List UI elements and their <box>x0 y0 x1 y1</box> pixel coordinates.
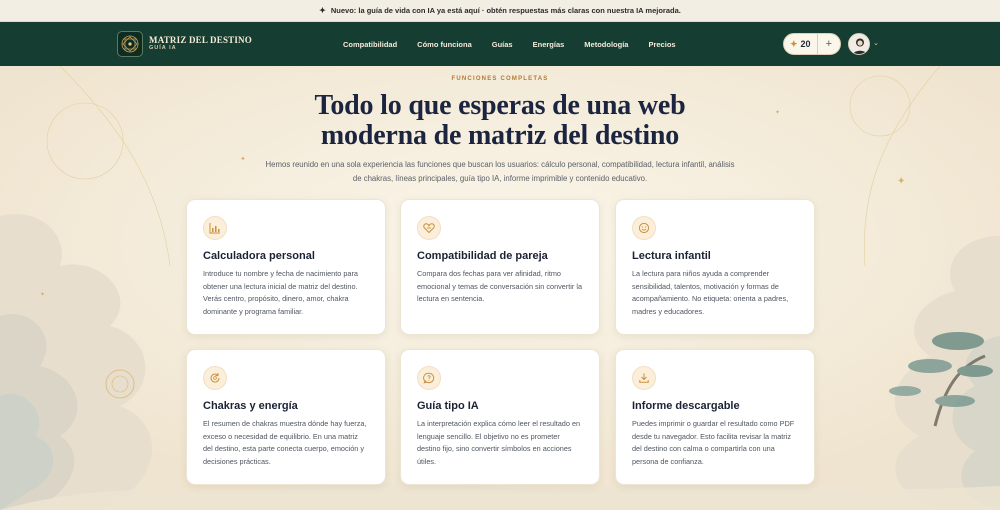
hero-section: FUNCIONES COMPLETAS Todo lo que esperas … <box>0 66 1000 186</box>
matrix-logo-icon <box>117 31 143 57</box>
title-line-1: Todo lo que esperas de una web <box>314 90 686 121</box>
brand-name: MATRIZ DEL DESTINO <box>149 35 252 46</box>
feature-card-compatibilidad[interactable]: Compatibilidad de pareja Compara dos fec… <box>400 199 600 335</box>
card-description: Compara dos fechas para ver afinidad, ri… <box>417 269 583 304</box>
nav-link-precios[interactable]: Precios <box>648 40 675 49</box>
bar-chart-icon <box>203 216 227 240</box>
title-line-2: moderna de matriz del destino <box>320 120 680 151</box>
top-navigation: MATRIZ DEL DESTINO GUÍA IA Compatibilida… <box>0 22 1000 66</box>
user-avatar[interactable] <box>848 33 870 55</box>
credits-widget: ✦ 20 + <box>783 33 841 55</box>
brand-logo-link[interactable]: MATRIZ DEL DESTINO GUÍA IA <box>117 31 252 57</box>
announcement-bar: ✦ Nuevo: la guía de vida con IA ya está … <box>0 0 1000 22</box>
card-title: Calculadora personal <box>203 250 315 262</box>
page-title: Todo lo que esperas de una web moderna d… <box>0 91 1000 151</box>
feature-card-lectura-infantil[interactable]: Lectura infantil La lectura para niños a… <box>615 199 815 335</box>
feature-card-guia-ia[interactable]: Guía tipo IA La interpretación explica c… <box>400 349 600 485</box>
download-icon <box>632 366 656 390</box>
credits-balance[interactable]: ✦ 20 <box>784 34 818 54</box>
card-title: Lectura infantil <box>632 250 711 262</box>
card-title: Guía tipo IA <box>417 400 479 412</box>
hero-lead: Hemos reunido en una sola experiencia la… <box>265 160 735 183</box>
section-eyebrow: FUNCIONES COMPLETAS <box>451 76 549 82</box>
card-description: La interpretación explica cómo leer el r… <box>417 419 581 466</box>
sparkle-icon: ✦ <box>319 6 326 15</box>
card-title: Chakras y energía <box>203 400 298 412</box>
nav-link-compatibilidad[interactable]: Compatibilidad <box>343 40 397 49</box>
feature-card-calculadora[interactable]: Calculadora personal Introduce tu nombre… <box>186 199 386 335</box>
feature-card-chakras[interactable]: Chakras y energía El resumen de chakras … <box>186 349 386 485</box>
nav-link-como-funciona[interactable]: Cómo funciona <box>417 40 472 49</box>
credits-count: 20 <box>800 39 811 49</box>
brand-subtitle: GUÍA IA <box>149 45 177 52</box>
card-description: Introduce tu nombre y fecha de nacimient… <box>203 269 358 316</box>
feature-card-informe[interactable]: Informe descargable Puedes imprimir o gu… <box>615 349 815 485</box>
main-menu: Compatibilidad Cómo funciona Guías Energ… <box>343 22 676 66</box>
svg-text:✦: ✦ <box>40 291 45 298</box>
card-title: Informe descargable <box>632 400 740 412</box>
card-description: La lectura para niños ayuda a comprender… <box>632 269 789 316</box>
chevron-down-icon[interactable]: ⌄ <box>873 39 879 47</box>
avatar-image <box>849 34 869 54</box>
nav-link-energias[interactable]: Energías <box>533 40 565 49</box>
smile-icon <box>632 216 656 240</box>
nav-link-guias[interactable]: Guías <box>492 40 513 49</box>
card-description: Puedes imprimir o guardar el resultado c… <box>632 419 795 466</box>
nav-link-metodologia[interactable]: Metodología <box>584 40 628 49</box>
refresh-icon <box>203 366 227 390</box>
card-title: Compatibilidad de pareja <box>417 250 548 262</box>
heart-icon <box>417 216 441 240</box>
chat-question-icon <box>417 366 441 390</box>
card-description: El resumen de chakras muestra dónde hay … <box>203 419 367 466</box>
credit-star-icon: ✦ <box>790 38 798 49</box>
announcement-text: Nuevo: la guía de vida con IA ya está aq… <box>330 6 681 15</box>
add-credits-button[interactable]: + <box>818 38 840 50</box>
